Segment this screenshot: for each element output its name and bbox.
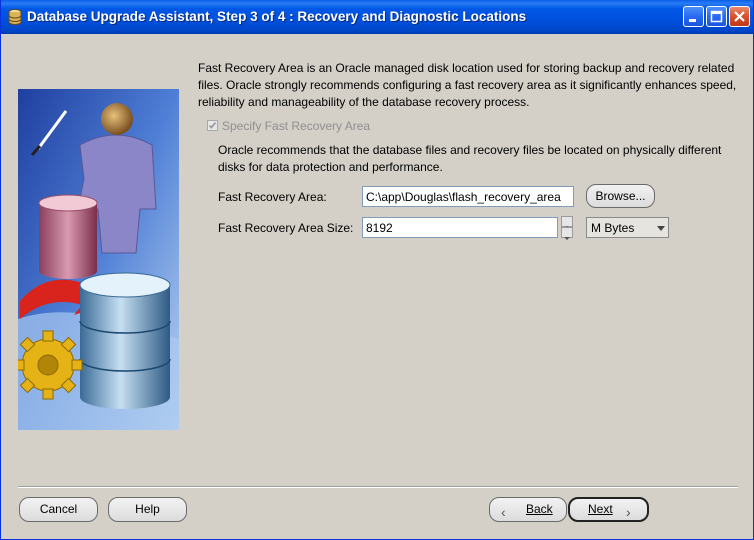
checkbox-box[interactable] (207, 120, 218, 131)
spin-down-icon (564, 237, 570, 240)
spin-down-button[interactable] (561, 227, 573, 240)
cancel-button[interactable]: Cancel (19, 497, 98, 522)
wizard-illustration (18, 89, 179, 430)
fra-size-spinner[interactable] (561, 216, 573, 240)
checkbox-label: Specify Fast Recovery Area (222, 119, 371, 133)
close-icon (734, 11, 745, 22)
title-bar[interactable]: Database Upgrade Assistant, Step 3 of 4 … (1, 0, 753, 34)
fra-size-input[interactable] (362, 217, 558, 238)
dropdown-arrow-icon (657, 226, 665, 231)
next-button[interactable]: Next › (568, 497, 649, 522)
size-unit-select[interactable]: M Bytes (586, 217, 669, 238)
checkmark-icon (208, 121, 217, 129)
database-icon (8, 9, 22, 25)
back-label: Back (526, 502, 553, 516)
chevron-left-icon: ‹ (501, 504, 506, 520)
fra-location-label: Fast Recovery Area: (218, 190, 327, 204)
fra-description: Fast Recovery Area is an Oracle managed … (198, 61, 737, 109)
size-unit-value: M Bytes (591, 221, 635, 235)
minimize-button[interactable] (683, 6, 704, 27)
browse-button[interactable]: Browse... (586, 184, 655, 208)
close-button[interactable] (729, 6, 750, 27)
dbua-window: Database Upgrade Assistant, Step 3 of 4 … (0, 0, 754, 540)
fra-location-input[interactable] (362, 186, 574, 207)
help-button[interactable]: Help (108, 497, 187, 522)
chevron-right-icon: › (626, 504, 631, 520)
spin-up-button[interactable] (561, 216, 573, 229)
window-title: Database Upgrade Assistant, Step 3 of 4 … (27, 9, 527, 24)
recommendation-text: Oracle recommends that the database file… (218, 143, 722, 174)
fra-size-label: Fast Recovery Area Size: (218, 221, 354, 235)
next-label: Next (588, 502, 613, 516)
footer-separator (18, 486, 738, 488)
minimize-icon (689, 19, 696, 22)
back-button[interactable]: ‹ Back (489, 497, 567, 522)
maximize-button[interactable] (706, 6, 727, 27)
maximize-icon (710, 10, 723, 23)
